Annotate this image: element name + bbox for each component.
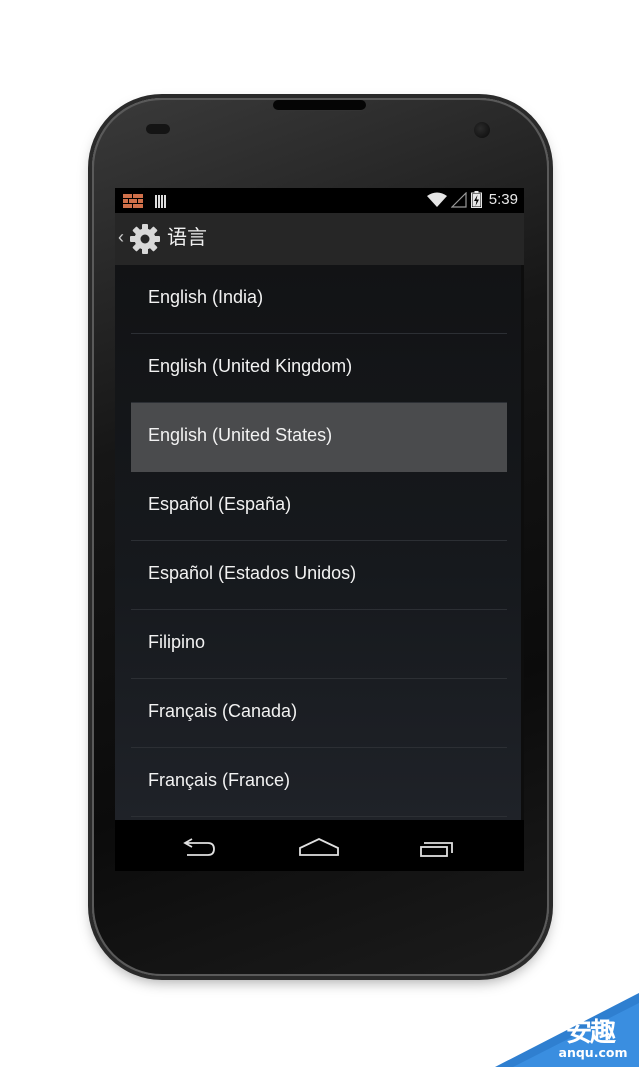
language-item-english-uk[interactable]: English (United Kingdom) [131,334,507,403]
back-icon [183,838,215,856]
page-title: 语言 [167,227,207,249]
home-icon [299,838,339,856]
language-label: English (India) [148,287,264,307]
chevron-left-icon: ‹ [118,227,124,247]
status-time: 5:39 [488,191,518,208]
language-item-francais-canada[interactable]: Français (Canada) [131,679,507,748]
battery-charging-icon [470,191,482,208]
phone-screen: 5:39 ‹ 语言 English (India) English (Unite… [115,188,524,871]
language-label: Español (Estados Unidos) [148,563,357,583]
action-bar: ‹ 语言 [115,213,524,266]
cell-signal-icon [450,191,467,208]
settings-gear-icon [130,224,160,254]
list-scrollbar[interactable] [521,265,524,820]
language-label: English (United States) [148,425,333,445]
language-item-francais-france[interactable]: Français (France) [131,748,507,817]
signal-bars-icon [155,194,167,208]
language-item-english-india[interactable]: English (India) [131,265,507,334]
phone-sensors [146,124,170,134]
list-divider [131,816,507,817]
home-button[interactable] [289,829,349,863]
language-item-english-us[interactable]: English (United States) [131,403,507,472]
language-label: Filipino [148,632,206,652]
notification-brick-icon [123,194,143,208]
recent-apps-button[interactable] [407,829,467,863]
up-navigation-button[interactable]: ‹ [115,213,163,265]
navigation-bar [115,820,524,871]
phone-speaker-grille [273,100,366,110]
language-label: Español (España) [148,494,292,514]
recent-apps-icon [420,842,453,857]
language-item-espanol-espana[interactable]: Español (España) [131,472,507,541]
language-item-filipino[interactable]: Filipino [131,610,507,679]
back-button[interactable] [170,829,230,863]
front-camera [474,122,490,138]
watermark-domain: anqu.com [558,1045,628,1060]
language-label: Français (Canada) [148,701,298,721]
language-list: English (India) English (United Kingdom)… [115,265,524,820]
language-label: English (United Kingdom) [148,356,353,376]
language-item-espanol-estados-unidos[interactable]: Español (Estados Unidos) [131,541,507,610]
language-label: Français (France) [148,770,291,790]
status-bar: 5:39 [115,188,524,213]
wifi-icon [426,192,447,207]
watermark-brand-cn: 安趣 [566,1018,616,1048]
